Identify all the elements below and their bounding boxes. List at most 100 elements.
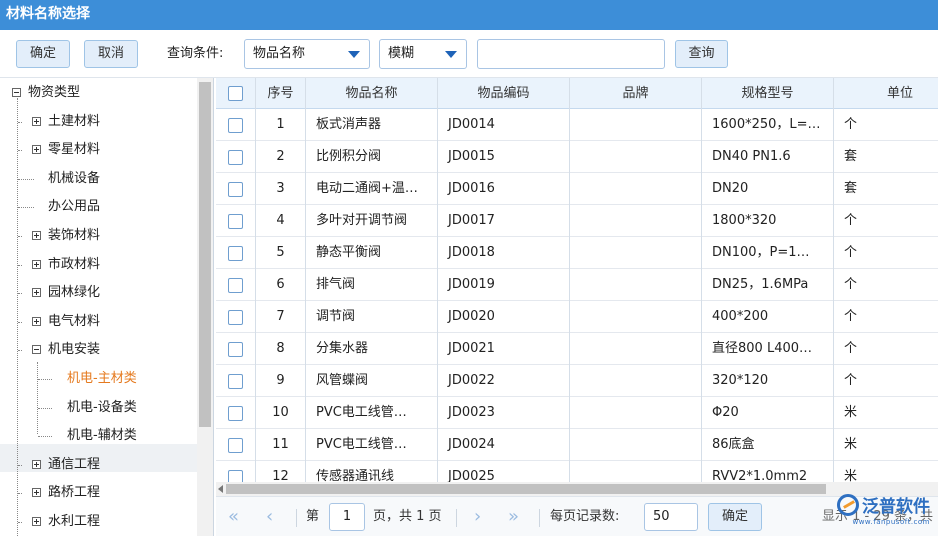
page-number-input[interactable]: 1 <box>329 503 365 531</box>
table-row[interactable]: 5 静态平衡阀 JD0018 DN100，P=1… 个 <box>216 237 938 269</box>
col-header-unit[interactable]: 单位 <box>834 78 938 109</box>
collapse-icon[interactable] <box>32 345 41 355</box>
col-header-index[interactable]: 序号 <box>256 78 306 109</box>
tree-item[interactable]: 机电-设备类 <box>38 394 137 422</box>
col-header-name[interactable]: 物品名称 <box>306 78 438 109</box>
tree-root[interactable]: 物资类型 <box>12 79 80 107</box>
row-select-cell <box>216 205 256 237</box>
row-checkbox[interactable] <box>228 406 243 421</box>
tree-scrollbar[interactable] <box>197 78 214 536</box>
expand-icon[interactable] <box>32 231 41 240</box>
collapse-icon[interactable] <box>12 88 21 97</box>
brand-url: www.fanpusoft.com <box>852 518 930 526</box>
tree-item[interactable]: 通信工程 <box>18 451 100 479</box>
cell-code: JD0020 <box>438 301 570 333</box>
expand-icon[interactable] <box>32 488 41 498</box>
row-checkbox[interactable] <box>228 150 243 165</box>
tree-item[interactable]: 水利工程 <box>18 508 100 536</box>
col-header-brand[interactable]: 品牌 <box>570 78 702 109</box>
tree-item[interactable]: 零星材料 <box>18 136 100 164</box>
tree-item-label: 土建材料 <box>48 113 101 129</box>
table-row[interactable]: 6 排气阀 JD0019 DN25，1.6MPa 个 <box>216 269 938 301</box>
page-size-input[interactable]: 50 <box>644 503 698 531</box>
cell-index: 9 <box>256 365 306 397</box>
row-select-cell <box>216 301 256 333</box>
table-row[interactable]: 7 调节阀 JD0020 400*200 个 <box>216 301 938 333</box>
row-checkbox[interactable] <box>228 278 243 293</box>
col-header-code[interactable]: 物品编码 <box>438 78 570 109</box>
materials-grid: 序号 物品名称 物品编码 品牌 规格型号 单位 1 板式消声器 JD0014 1600… <box>216 78 938 496</box>
row-checkbox[interactable] <box>228 214 243 229</box>
cell-unit: 米 <box>844 437 858 452</box>
tree-item-label: 市政材料 <box>48 256 101 272</box>
expand-icon[interactable] <box>32 116 41 126</box>
table-row[interactable]: 4 多叶对开调节阀 JD0017 1800*320 个 <box>216 205 938 237</box>
row-select-cell <box>216 269 256 301</box>
tree-item[interactable]: 装饰材料 <box>18 222 101 250</box>
cell-brand <box>570 237 702 269</box>
confirm-button[interactable]: 确定 <box>16 40 70 68</box>
expand-icon[interactable] <box>32 288 41 298</box>
page-suffix: 页，共 1 页 <box>373 509 442 524</box>
tree-item[interactable]: 办公用品 <box>18 193 100 221</box>
search-input[interactable] <box>477 39 665 69</box>
page-size-confirm-button[interactable]: 确定 <box>708 503 762 531</box>
tree-item[interactable]: 市政材料 <box>18 251 101 279</box>
select-all-checkbox[interactable] <box>228 86 243 101</box>
cell-spec: 1800*320 <box>702 205 834 237</box>
tree-item[interactable]: 机电-辅材类 <box>38 422 137 450</box>
table-row[interactable]: 9 风管蝶阀 JD0022 320*120 个 <box>216 365 938 397</box>
cell-code: JD0023 <box>438 397 570 429</box>
col-header-spec[interactable]: 规格型号 <box>702 78 834 109</box>
row-checkbox[interactable] <box>228 310 243 325</box>
prev-page-icon[interactable]: ‹ <box>266 508 273 526</box>
row-checkbox[interactable] <box>228 374 243 389</box>
cell-unit: 个 <box>844 245 858 260</box>
row-select-cell <box>216 237 256 269</box>
cell-name: 电动二通阀+温… <box>306 173 438 205</box>
table-row[interactable]: 2 比例积分阀 JD0015 DN40 PN1.6 套 <box>216 141 938 173</box>
cell-spec: DN100，P=1… <box>702 237 834 269</box>
match-mode-select[interactable]: 模糊 <box>379 39 467 69</box>
tree-item[interactable]: 园林绿化 <box>18 279 100 307</box>
tree-item[interactable]: 机电安装 <box>18 336 100 364</box>
tree-item[interactable]: 路桥工程 <box>18 479 100 507</box>
tree-item[interactable]: 电气材料 <box>18 308 100 336</box>
scroll-left-icon[interactable] <box>218 485 223 493</box>
cancel-button[interactable]: 取消 <box>84 40 138 68</box>
first-page-icon[interactable]: « <box>228 508 239 526</box>
tree-scroll-thumb[interactable] <box>199 82 211 427</box>
expand-icon[interactable] <box>32 316 41 326</box>
table-row[interactable]: 3 电动二通阀+温… JD0016 DN20 套 <box>216 173 938 205</box>
cell-unit: 个 <box>844 341 858 356</box>
grid-scroll-thumb[interactable] <box>226 484 826 494</box>
table-row[interactable]: 11 PVC电工线管… JD0024 86底盒米 <box>216 429 938 461</box>
tree-item-label: 装饰材料 <box>48 228 101 243</box>
tree-item[interactable]: 机械设备 <box>18 165 100 193</box>
tree-item[interactable]: 机电-主材类 <box>38 365 137 393</box>
next-page-icon[interactable]: › <box>474 508 481 526</box>
row-select-cell <box>216 397 256 429</box>
row-checkbox[interactable] <box>228 182 243 197</box>
tree-item[interactable]: 土建材料 <box>18 108 101 136</box>
table-row[interactable]: 8 分集水器 JD0021 直径800 L400… 个 <box>216 333 938 365</box>
row-checkbox[interactable] <box>228 342 243 357</box>
expand-icon[interactable] <box>32 459 41 469</box>
last-page-icon[interactable]: » <box>508 508 519 526</box>
cell-index: 5 <box>256 237 306 269</box>
row-checkbox[interactable] <box>228 118 243 133</box>
cell-index: 10 <box>256 397 306 429</box>
query-field-select[interactable]: 物品名称 <box>244 39 370 69</box>
row-checkbox[interactable] <box>228 438 243 453</box>
expand-icon[interactable] <box>32 259 41 269</box>
expand-icon[interactable] <box>32 517 41 526</box>
row-checkbox[interactable] <box>228 246 243 261</box>
grid-horizontal-scrollbar[interactable] <box>216 482 938 496</box>
cell-code: JD0024 <box>438 429 570 461</box>
query-button[interactable]: 查询 <box>675 40 728 68</box>
table-row[interactable]: 10 PVC电工线管… JD0023 Φ20 米 <box>216 397 938 429</box>
expand-icon[interactable] <box>32 145 41 155</box>
cell-spec: 86底盒 <box>702 429 834 461</box>
table-row[interactable]: 1 板式消声器 JD0014 1600*250，L=… 个 <box>216 109 938 141</box>
cell-spec: 1600*250，L=… <box>702 109 834 141</box>
